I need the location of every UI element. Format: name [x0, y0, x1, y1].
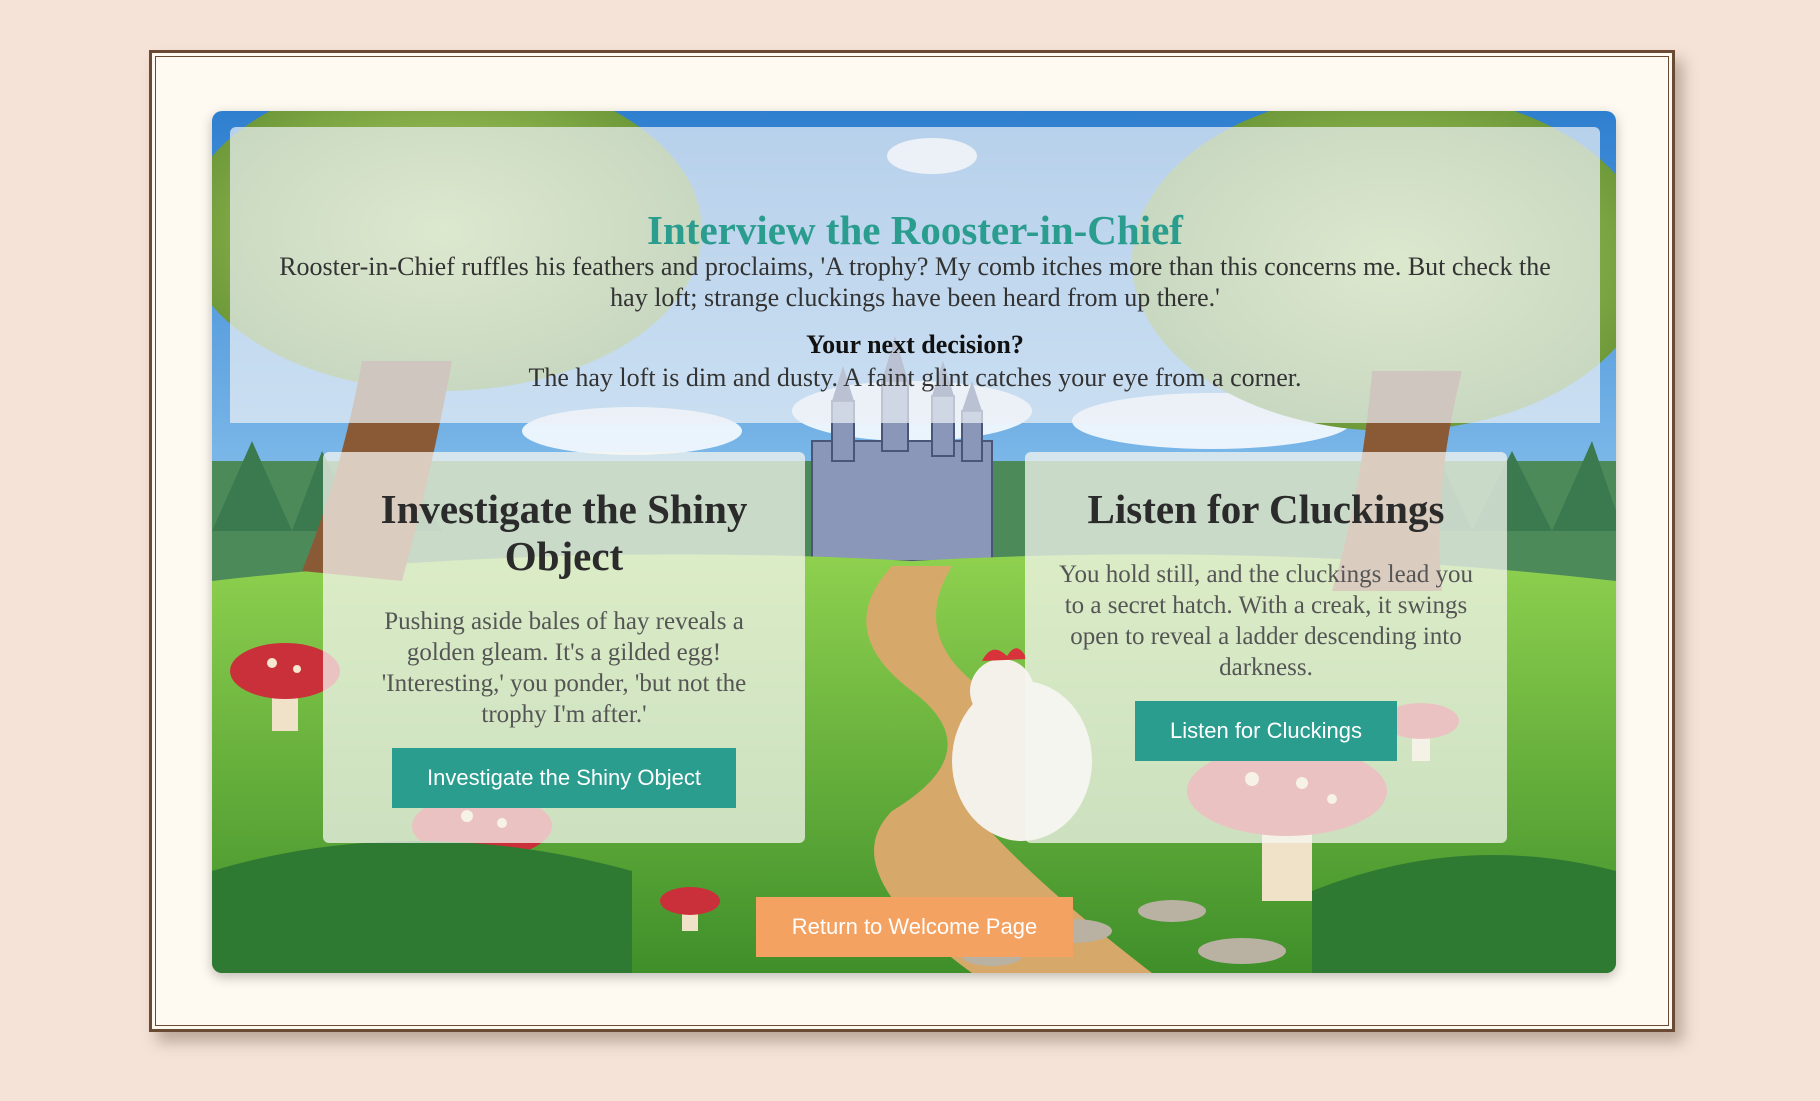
choice-title: Investigate the Shiny Object: [380, 486, 748, 579]
choice-card-listen: Listen for Cluckings You hold still, and…: [1025, 452, 1507, 843]
return-to-welcome-button[interactable]: Return to Welcome Page: [756, 897, 1073, 957]
decision-heading: Your next decision?: [806, 330, 1024, 359]
decision-text: The hay loft is dim and dusty. A faint g…: [528, 363, 1302, 392]
story-text: Rooster-in-Chief ruffles his feathers an…: [279, 252, 1551, 312]
picture-frame: Interview the Rooster-in-Chief Rooster-i…: [149, 50, 1675, 1032]
choice-card-investigate: Investigate the Shiny Object Pushing asi…: [323, 452, 805, 843]
story-title: Interview the Rooster-in-Chief: [647, 207, 1183, 253]
story-panel: Interview the Rooster-in-Chief Rooster-i…: [230, 127, 1600, 423]
listen-for-cluckings-button[interactable]: Listen for Cluckings: [1135, 701, 1397, 761]
investigate-shiny-object-button[interactable]: Investigate the Shiny Object: [392, 748, 736, 808]
choice-text: Pushing aside bales of hay reveals a gol…: [381, 608, 747, 728]
choice-text: You hold still, and the cluckings lead y…: [1058, 561, 1474, 681]
game-scene: Interview the Rooster-in-Chief Rooster-i…: [212, 111, 1616, 973]
choice-title: Listen for Cluckings: [1087, 486, 1445, 532]
